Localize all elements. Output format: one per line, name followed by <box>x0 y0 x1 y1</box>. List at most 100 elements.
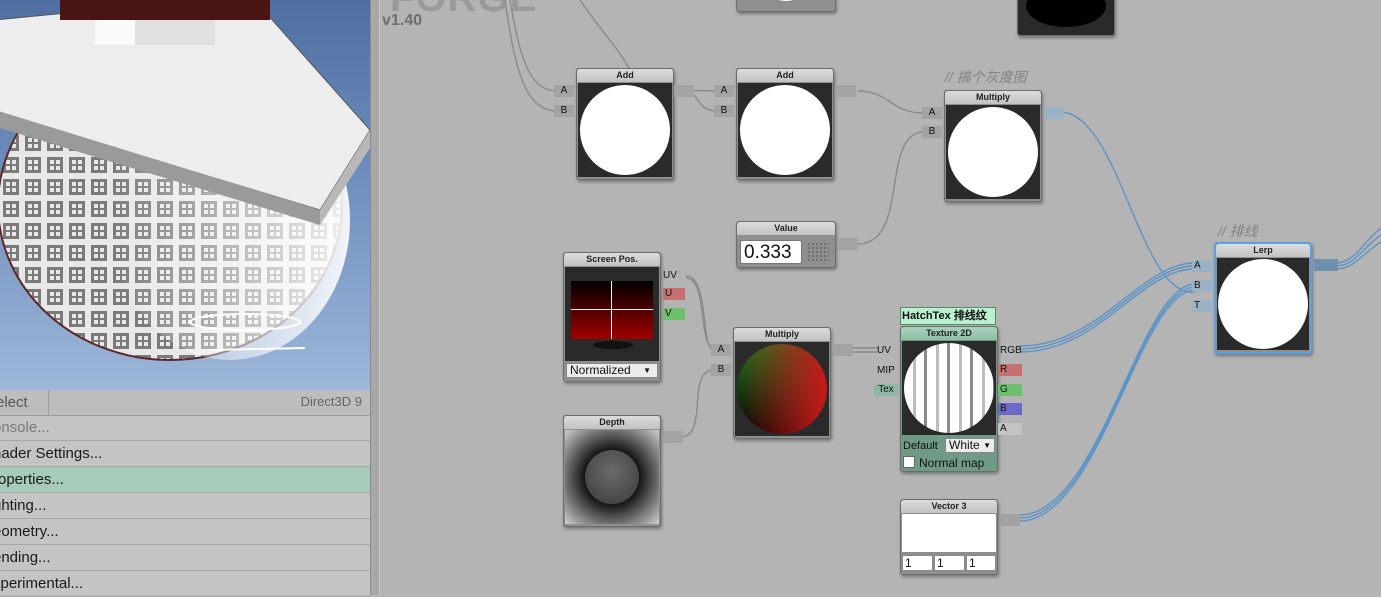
normal-map-label: Normal map <box>919 456 985 470</box>
input-port-uv[interactable]: UV <box>877 345 891 357</box>
output-port-r[interactable]: R <box>998 364 1022 376</box>
output-port-rgb[interactable]: RGB <box>1000 345 1022 357</box>
color-swatch <box>902 514 996 552</box>
node-preview <box>565 267 659 361</box>
comment-hatching: // 排线 <box>1218 223 1258 239</box>
add-node-1[interactable]: Add <box>576 68 674 180</box>
texture-property-name[interactable]: HatchTex 排线纹理 <box>900 307 996 338</box>
input-port-a[interactable]: A <box>1192 260 1212 272</box>
default-label: Default <box>903 440 938 452</box>
node-preview <box>1217 258 1309 350</box>
comment-grayscale: // 搞个灰度图 <box>945 69 1027 85</box>
chevron-down-icon: ▼ <box>643 366 651 375</box>
input-port-b[interactable]: B <box>711 364 731 376</box>
input-port-a[interactable]: A <box>711 344 731 356</box>
node-title: Screen Pos. <box>564 253 660 266</box>
normal-map-checkbox[interactable] <box>903 456 915 468</box>
output-port-a[interactable]: A <box>998 423 1022 435</box>
lerp-node[interactable]: Lerp <box>1214 242 1312 354</box>
node-title: Vector 3 <box>901 500 997 513</box>
output-port[interactable] <box>1314 259 1338 271</box>
mode-dropdown[interactable]: Normalized ▼ <box>566 363 658 378</box>
texture2d-node[interactable]: Texture 2D Default White ▼ Normal map <box>900 326 998 472</box>
chevron-down-icon: ▼ <box>983 441 991 450</box>
multiply-node-2[interactable]: Multiply <box>733 327 831 439</box>
node-preview <box>735 342 829 436</box>
dropdown-value: White <box>949 438 980 452</box>
vector-x-field[interactable]: 1 <box>902 555 933 571</box>
monitor-icon <box>571 281 653 339</box>
node-preview <box>565 430 659 524</box>
vector-z-field[interactable]: 1 <box>966 555 996 571</box>
drag-handle-icon[interactable] <box>807 242 829 262</box>
preview-viewport[interactable] <box>0 0 370 390</box>
vector-y-field[interactable]: 1 <box>934 555 965 571</box>
node-title: Add <box>577 69 673 82</box>
graphics-api-label: Direct3D 9 <box>300 394 362 409</box>
value-field[interactable]: 0.333 <box>740 240 802 264</box>
input-port-tex[interactable]: Tex <box>874 384 898 396</box>
menu-divider <box>48 390 49 415</box>
output-port[interactable] <box>836 85 856 97</box>
node-title: Lerp <box>1216 244 1310 257</box>
input-port-a[interactable]: A <box>714 85 734 97</box>
default-dropdown[interactable]: White ▼ <box>945 438 995 453</box>
node-preview <box>578 83 672 177</box>
output-port[interactable] <box>1000 514 1020 526</box>
menu-item-label: xperimental... <box>0 575 84 592</box>
vector3-node[interactable]: Vector 3 1 1 1 <box>900 499 998 575</box>
node-canvas[interactable]: FORGE v1.40 <box>380 0 1381 595</box>
menu-bar: elect Direct3D 9 <box>0 390 370 416</box>
menu-item-geometry[interactable]: eometry... <box>0 519 370 545</box>
input-port-a[interactable]: A <box>554 85 574 97</box>
node-title: Value <box>737 222 835 235</box>
node-preview <box>902 341 996 435</box>
output-port-g[interactable]: G <box>998 384 1022 396</box>
menu-item-label: ending... <box>0 549 51 566</box>
menu-item-console[interactable]: onsole... <box>0 415 370 441</box>
depth-node[interactable]: Depth <box>563 415 661 527</box>
panel-splitter[interactable] <box>370 0 380 595</box>
node-title: Texture 2D <box>901 327 997 340</box>
menu-item-label: onsole... <box>0 419 50 436</box>
menu-item-shader-settings[interactable]: hader Settings... <box>0 441 370 467</box>
dropdown-value: Normalized <box>570 363 631 377</box>
screen-pos-node[interactable]: Screen Pos. Normalized ▼ <box>563 252 661 382</box>
node-title: Depth <box>564 416 660 429</box>
node-preview <box>946 105 1040 199</box>
menu-item-experimental[interactable]: xperimental... <box>0 571 370 597</box>
output-port-b[interactable]: B <box>998 403 1022 415</box>
node-title: Multiply <box>734 328 830 341</box>
output-port[interactable] <box>663 431 683 443</box>
input-port-a[interactable]: A <box>922 107 942 119</box>
output-port[interactable] <box>838 238 858 250</box>
node-preview <box>738 83 832 177</box>
menu-item-blending[interactable]: ending... <box>0 545 370 571</box>
output-port-u[interactable]: U <box>663 288 685 300</box>
menu-item-lighting[interactable]: ghting... <box>0 493 370 519</box>
node-title: Multiply <box>945 91 1041 104</box>
input-port-b[interactable]: B <box>1192 280 1212 292</box>
output-port-v[interactable]: V <box>663 308 685 320</box>
output-port[interactable] <box>833 344 853 356</box>
input-port-mip[interactable]: MIP <box>877 365 895 377</box>
menu-item-label: roperties... <box>0 471 64 488</box>
select-button[interactable]: elect <box>0 394 28 411</box>
add-node-2[interactable]: Add <box>736 68 834 180</box>
multiply-node-1[interactable]: Multiply <box>944 90 1042 202</box>
node-title: Add <box>737 69 833 82</box>
output-port[interactable] <box>1044 107 1064 119</box>
preview-render <box>0 0 370 361</box>
input-port-b[interactable]: B <box>922 126 942 138</box>
output-port-uv[interactable]: UV <box>663 270 677 282</box>
input-port-b[interactable]: B <box>714 105 734 117</box>
menu-item-properties[interactable]: roperties... <box>0 467 370 493</box>
output-port[interactable] <box>674 85 694 97</box>
menu-item-label: ghting... <box>0 497 47 514</box>
menu-item-label: hader Settings... <box>0 445 103 462</box>
input-port-b[interactable]: B <box>554 105 574 117</box>
input-port-t[interactable]: T <box>1192 300 1212 312</box>
menu-item-label: eometry... <box>0 523 59 540</box>
value-node[interactable]: Value 0.333 <box>736 221 836 268</box>
settings-menu: elect Direct3D 9 onsole... hader Setting… <box>0 390 370 597</box>
